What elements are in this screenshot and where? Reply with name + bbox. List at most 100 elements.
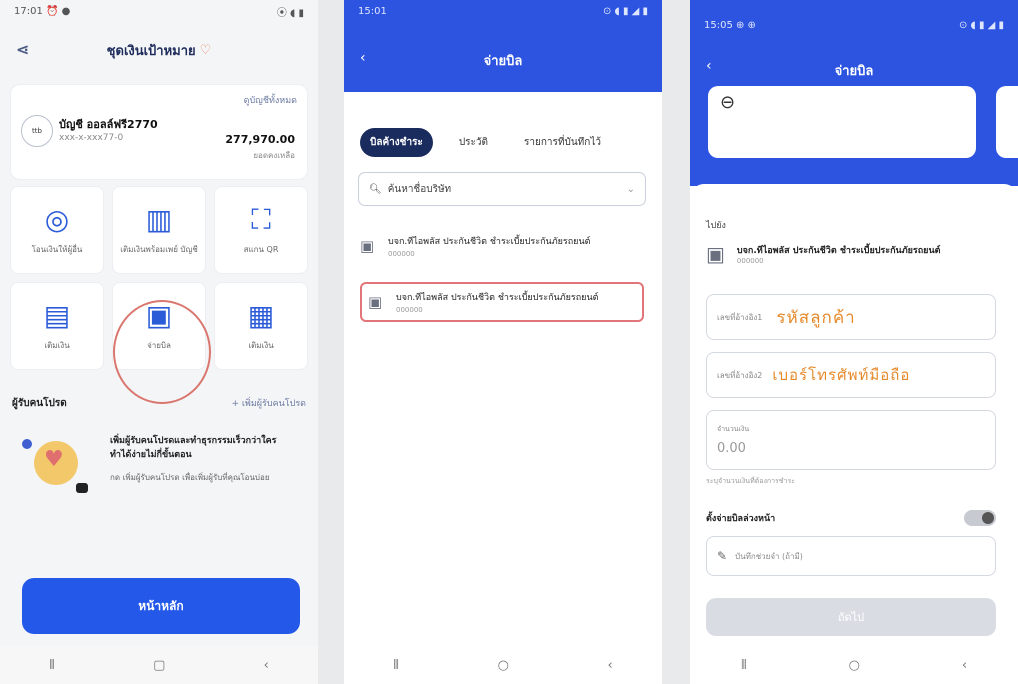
bill-form-sheet: ไปยัง ▣ บจก.ทีไอพลัส ประกันชีวิต ชำระเบี… [690,184,1018,684]
bill-sheet: บิลค้างชำระ ประวัติ รายการที่บันทึกไว้ 🔍… [344,92,662,684]
quick-action-grid: ◎ โอนเงินให้ผู้อื่น ▥ เติมเงินพร้อมเพย์ … [10,186,308,370]
bank-logo: ttb [21,115,53,147]
back-icon[interactable]: ‹ [264,658,269,673]
system-nav-bar: ⦀ ○ ‹ [690,646,1018,684]
tab-history[interactable]: ประวัติ [449,128,498,157]
tab-saved[interactable]: รายการที่บันทึกไว้ [514,128,611,157]
ref2-hint: เบอร์โทรศัพท์มือถือ [772,366,911,384]
amount-value: 0.00 [717,441,746,456]
favorites-promo: ♥ เพิ่มผู้รับคนโปรดและทำธุรกรรมเร็วกว่าใ… [12,427,306,517]
favorites-title: ผู้รับคนโปรด [12,398,67,409]
recent-apps-icon[interactable]: ⦀ [49,658,55,673]
account-card[interactable]: ดูบัญชีทั้งหมด ttb บัญชี ออลล์ฟรี2770 xx… [10,84,308,180]
tile-transfer[interactable]: ◎ โอนเงินให้ผู้อื่น [10,186,104,274]
account-icon: ◎ [44,202,70,236]
chevron-down-icon: ⌄ [626,183,635,195]
status-time: 17:01 ⏰ ● [14,5,71,17]
recent-apps-icon[interactable]: ⦀ [741,658,747,673]
bill-header: 15:01 ⊙ ◖ ▮ ◢ ▮ ‹ จ่ายบิล [344,0,662,92]
promo-title: เพิ่มผู้รับคนโปรดและทำธุรกรรมเร็วกว่าใคร… [110,436,277,460]
account-name: บัญชี ออลล์ฟรี2770 [59,118,158,131]
biller-name: บจก.ทีไอพลัส ประกันชีวิต ชำระเบี้ยประกัน… [736,246,941,256]
status-icons: ⊙ ◖ ▮ ◢ ▮ [602,5,648,17]
system-nav-bar: ⦀ ▢ ‹ [0,646,318,684]
back-icon[interactable]: ‹ [962,658,967,673]
tile-label: เติมเงินพร้อมเพย์ บัญชี [120,244,198,254]
view-all-accounts-link[interactable]: ดูบัญชีทั้งหมด [244,93,297,107]
ref1-field[interactable]: เลขที่อ้างอิง1 รหัสลูกค้า [706,294,996,340]
ref2-label: เลขที่อ้างอิง2 [717,370,763,380]
promo-subtitle: กด เพิ่มผู้รับคนโปรด เพื่อเพิ่มผู้รับที่… [110,473,270,482]
tile-label: สแกน QR [243,244,279,254]
minus-circle-icon: ⊖ [720,92,736,113]
amount-hint: ระบุจำนวนเงินที่ต้องการชำระ [706,477,796,485]
tile-label: เติมเงิน [248,340,274,350]
account-number: xxx-x-xxx77-0 [59,133,124,143]
list-item-highlighted[interactable]: ▣ บจก.ทีไอพลัส ประกันชีวิต ชำระเบี้ยประก… [360,282,644,322]
selected-biller: ▣ บจก.ทีไอพลัส ประกันชีวิต ชำระเบี้ยประก… [706,242,977,266]
recent-apps-icon[interactable]: ⦀ [393,658,399,673]
tab-pending-bills[interactable]: บิลค้างชำระ [360,128,433,157]
status-time: 15:05 ⊕ ⊕ [704,19,756,31]
status-icons: ⊙ ◖ ▮ ◢ ▮ [958,19,1004,31]
home-icon[interactable]: ○ [849,658,860,673]
bill-tabs: บิลค้างชำระ ประวัติ รายการที่บันทึกไว้ [360,128,611,157]
balance-caption: ยอดคงเหลือ [253,151,295,160]
home-button[interactable]: หน้าหลัก [22,578,300,634]
to-label: ไปยัง [706,221,726,231]
schedule-toggle[interactable] [964,510,996,526]
status-icons: ⦿ ◖ ▮ [276,7,304,19]
bill-form-header: 15:05 ⊕ ⊕ ⊙ ◖ ▮ ◢ ▮ ‹ จ่ายบิล ⊖ [690,0,1018,186]
search-icon: 🔍︎ [369,183,382,195]
next-account-card[interactable] [996,86,1018,158]
amount-field[interactable]: จำนวนเงิน 0.00 [706,410,996,470]
topup-icon: ▤ [43,298,71,332]
tile-wallet[interactable]: ▦ เติมเงิน [214,282,308,370]
heart-icon: ♥ [44,447,64,472]
phone-home-screen: 17:01 ⏰ ● ⦿ ◖ ▮ ⋖ ชุดเงินเป้าหมาย ♡ ดูบั… [0,0,318,684]
status-bar: 15:05 ⊕ ⊕ ⊙ ◖ ▮ ◢ ▮ [690,0,1018,36]
list-item[interactable]: ▣ บจก.ทีไอพลัส ประกันชีวิต ชำระเบี้ยประก… [360,226,644,266]
phone-bill-search-screen: 15:01 ⊙ ◖ ▮ ◢ ▮ ‹ จ่ายบิล บิลค้างชำระ ปร… [344,0,662,684]
schedule-row: ตั้งจ่ายบิลล่วงหน้า [706,510,996,526]
schedule-label: ตั้งจ่ายบิลล่วงหน้า [706,514,776,524]
add-favorite-link[interactable]: + เพิ่มผู้รับคนโปรด [231,396,306,411]
tile-label: จ่ายบิล [147,340,171,350]
biller-code: 000000 [396,306,423,314]
home-icon[interactable]: ▢ [153,658,165,673]
search-text: ค้นหาชื่อบริษัท [387,183,452,195]
system-nav-bar: ⦀ ○ ‹ [344,646,662,684]
biller-code: 000000 [388,250,415,258]
tile-label: โอนเงินให้ผู้อื่น [31,244,83,254]
search-input[interactable]: 🔍︎ ค้นหาชื่อบริษัท ⌄ [358,172,646,206]
note-icon: ✎ [717,549,728,563]
status-bar: 15:01 ⊙ ◖ ▮ ◢ ▮ [344,0,662,22]
transfer-phone-icon: ▥ [145,202,173,236]
phone-bill-form-screen: 15:05 ⊕ ⊕ ⊙ ◖ ▮ ◢ ▮ ‹ จ่ายบิล ⊖ ไปยัง ▣ … [690,0,1018,684]
biller-name: บจก.ทีไอพลัส ประกันชีวิต ชำระเบี้ยประกัน… [396,293,599,303]
tile-scan-qr[interactable]: ⛶ สแกน QR [214,186,308,274]
tile-label: เติมเงิน [44,340,70,350]
next-button[interactable]: ถัดไป [706,598,996,636]
note-input[interactable]: ✎ บันทึกช่วยจำ (ถ้ามี) [706,536,996,576]
heart-icon: ♡ [199,42,212,58]
ref2-field[interactable]: เลขที่อ้างอิง2 เบอร์โทรศัพท์มือถือ [706,352,996,398]
note-placeholder: บันทึกช่วยจำ (ถ้ามี) [735,551,803,561]
share-icon[interactable]: ⋖ [16,40,29,59]
back-icon[interactable]: ‹ [607,658,612,673]
status-bar: 17:01 ⏰ ● ⦿ ◖ ▮ [0,0,318,22]
home-header: ⋖ ชุดเงินเป้าหมาย ♡ [0,22,318,78]
tile-topup[interactable]: ▤ เติมเงิน [10,282,104,370]
page-title: จ่ายบิล [483,54,523,69]
tile-promptpay[interactable]: ▥ เติมเงินพร้อมเพย์ บัญชี [112,186,206,274]
biller-name: บจก.ทีไอพลัส ประกันชีวิต ชำระเบี้ยประกัน… [388,237,591,247]
amount-label: จำนวนเงิน [717,425,750,433]
wallet-icon: ▦ [247,298,275,332]
page-title: ชุดเงินเป้าหมาย [106,43,196,59]
tile-pay-bill[interactable]: ▣ จ่ายบิล [112,282,206,370]
source-account-card[interactable]: ⊖ [708,86,976,158]
bill-icon: ▣ [145,298,173,332]
home-icon[interactable]: ○ [498,658,509,673]
scan-icon: ⛶ [251,202,271,236]
biller-code: 000000 [736,257,764,265]
